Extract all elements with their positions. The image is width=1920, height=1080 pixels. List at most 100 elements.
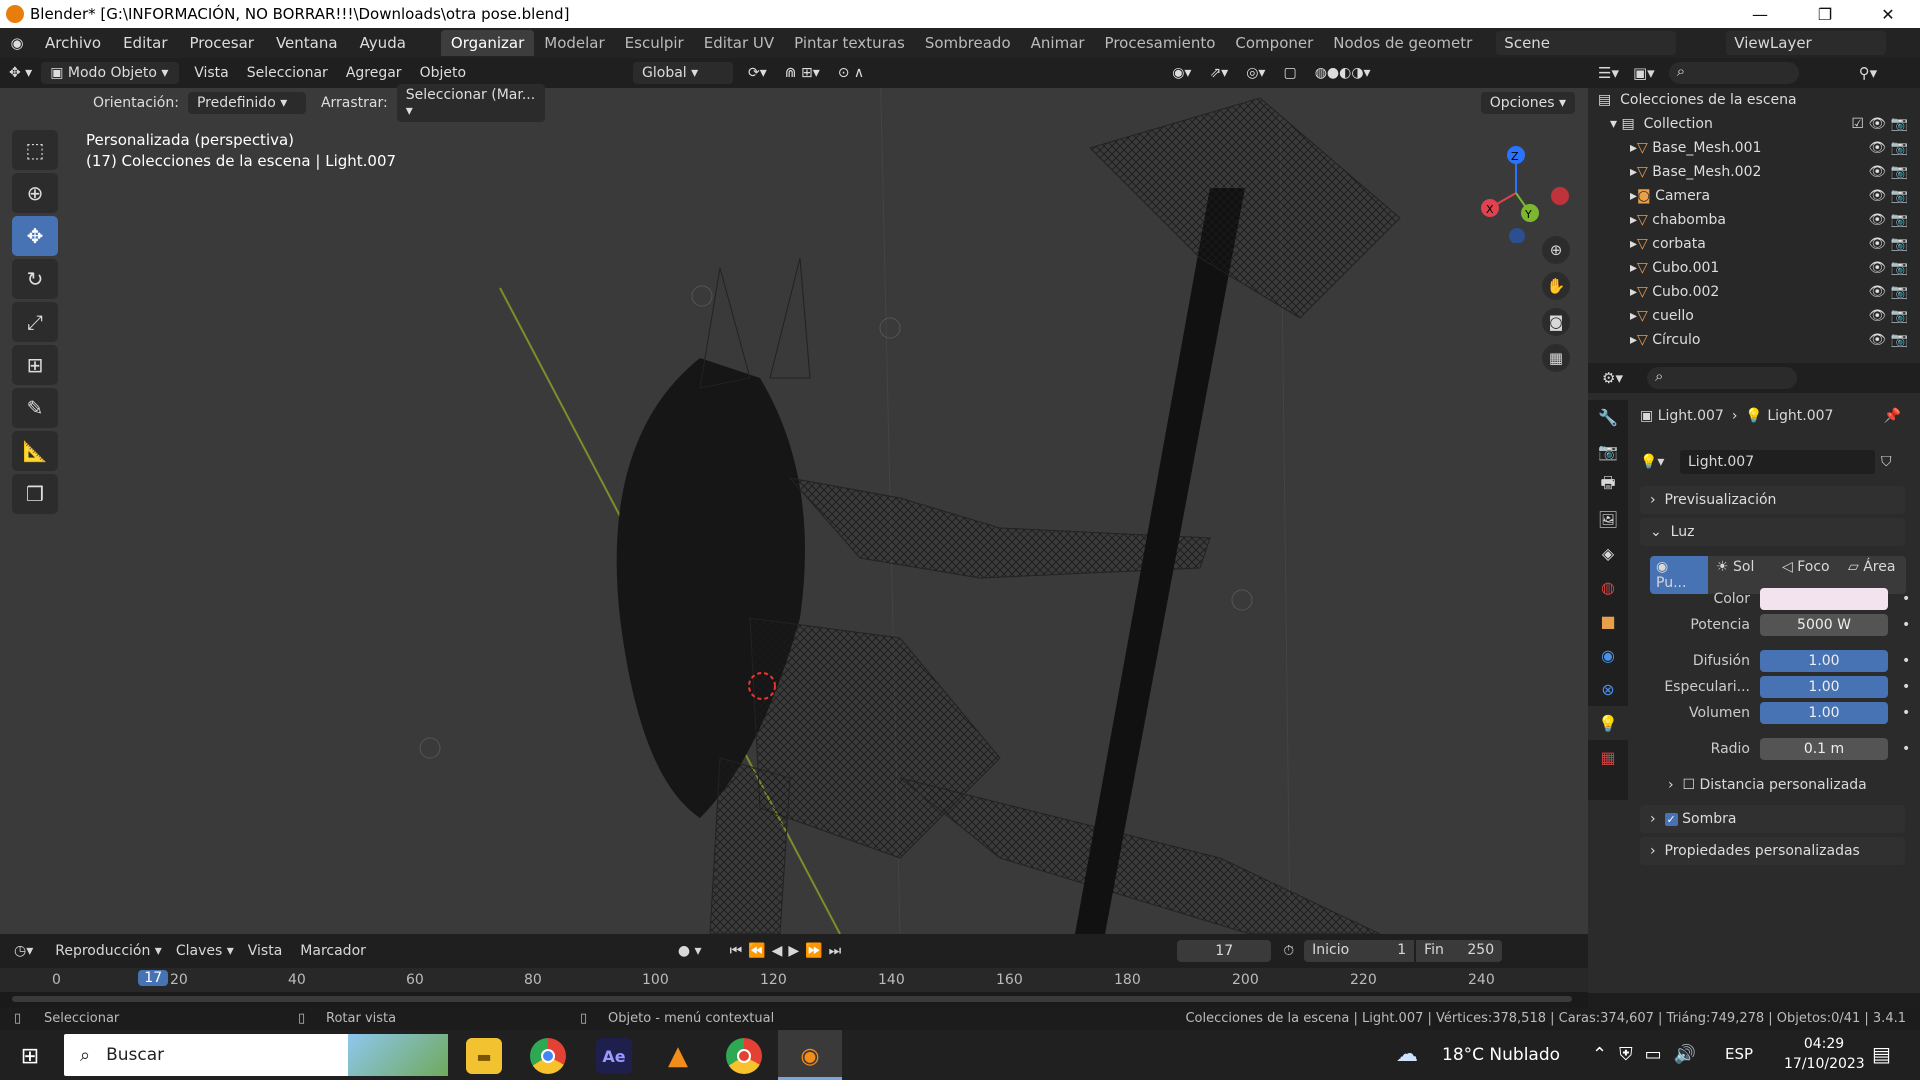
navigation-gizmo[interactable]: Z X Y	[1470, 133, 1580, 244]
subpanel-custom-distance[interactable]: › ☐ Distancia personalizada	[1668, 777, 1867, 793]
timeline-menu-playback[interactable]: Reproducción ▾	[55, 943, 162, 959]
add-cube-tool-icon[interactable]: ❒	[12, 474, 58, 514]
timeline-scrollbar[interactable]	[0, 992, 1588, 1008]
blender-menu-icon[interactable]: ◉	[0, 34, 34, 52]
timeline-menu-view[interactable]: Vista	[248, 943, 283, 959]
prop-radius-field[interactable]: 0.1 m	[1760, 738, 1888, 760]
menu-ayuda[interactable]: Ayuda	[349, 34, 417, 52]
minimize-button[interactable]: —	[1730, 0, 1790, 28]
keyframe-dot[interactable]: •	[1902, 679, 1910, 695]
collection-visibility-icons[interactable]: ☑ 👁 📷	[1851, 116, 1908, 132]
outliner-search-input[interactable]: ⌕	[1668, 62, 1799, 84]
object-tab-icon[interactable]: ■	[1588, 604, 1628, 638]
visibility-icon[interactable]: ◉▾	[1163, 62, 1200, 84]
proportional-edit-icon[interactable]: ⊙ ∧	[829, 62, 873, 84]
workspace-tab-organizar[interactable]: Organizar	[440, 30, 535, 56]
clock-date[interactable]: 17/10/2023	[1784, 1056, 1865, 1072]
scene-tab-icon[interactable]: ◈	[1588, 536, 1628, 570]
light-datablock-icon[interactable]: 💡▾	[1640, 454, 1680, 470]
item-visibility-icons[interactable]: 👁 📷	[1868, 236, 1908, 252]
workspace-tab-esculpir[interactable]: Esculpir	[615, 30, 694, 56]
snap-icon[interactable]: ⋒ ⊞▾	[776, 62, 829, 84]
viewlayer-tab-icon[interactable]: 🖼	[1588, 502, 1628, 536]
menu-agregar[interactable]: Agregar	[337, 62, 411, 84]
display-mode-icon[interactable]: ▣▾	[1633, 64, 1655, 82]
weather-text[interactable]: 18°C Nublado	[1442, 1045, 1560, 1065]
workspace-tab-procesamiento[interactable]: Procesamiento	[1095, 30, 1226, 56]
fake-user-shield-icon[interactable]: ⛉	[1881, 454, 1892, 470]
after-effects-icon[interactable]: Ae	[596, 1038, 632, 1074]
editor-type-icon[interactable]: ✥ ▾	[0, 62, 41, 84]
measure-tool-icon[interactable]: 📐	[12, 431, 58, 471]
panel-custom-props[interactable]: › Propiedades personalizadas	[1640, 837, 1905, 865]
constraints-tab-icon[interactable]: ⊗	[1588, 672, 1628, 706]
file-explorer-icon[interactable]: ▬	[466, 1038, 502, 1074]
item-visibility-icons[interactable]: 👁 📷	[1868, 188, 1908, 204]
chrome-icon[interactable]	[530, 1038, 566, 1074]
outliner-item[interactable]: ▸ ▽ chabomba 👁 📷	[1588, 208, 1920, 232]
item-visibility-icons[interactable]: 👁 📷	[1868, 308, 1908, 324]
outliner-item[interactable]: ▸ ◙ Camera 👁 📷	[1588, 184, 1920, 208]
prop-volume-field[interactable]: 1.00	[1760, 702, 1888, 724]
prop-specular-field[interactable]: 1.00	[1760, 676, 1888, 698]
3d-viewport[interactable]: Z X Y ⊕ ✋ ◙ ▦	[0, 58, 1588, 934]
mode-dropdown[interactable]: ▣ Modo Objeto ▾	[41, 62, 180, 84]
shadow-checkbox[interactable]: ✓	[1664, 812, 1678, 826]
outliner-item[interactable]: ▸ ▽ Cubo.002 👁 📷	[1588, 280, 1920, 304]
light-datablock-field[interactable]: 💡▾ Light.007 ⛉	[1640, 450, 1905, 474]
item-visibility-icons[interactable]: 👁 📷	[1868, 212, 1908, 228]
select-box-tool-icon[interactable]: ⬚	[12, 130, 58, 170]
camera-view-icon[interactable]: ◙	[1542, 308, 1570, 336]
options-dropdown[interactable]: Opciones ▾	[1480, 92, 1576, 114]
keyframe-dot[interactable]: •	[1902, 705, 1910, 721]
scene-selector[interactable]: Scene	[1496, 31, 1677, 55]
item-visibility-icons[interactable]: 👁 📷	[1868, 332, 1908, 348]
start-frame-field[interactable]: Inicio 1	[1304, 940, 1415, 962]
filter-icon[interactable]: ⚲▾	[1859, 64, 1878, 82]
outliner-type-icon[interactable]: ☰▾	[1598, 64, 1619, 82]
menu-archivo[interactable]: Archivo	[34, 34, 112, 52]
chrome-profile-icon[interactable]	[726, 1038, 762, 1074]
workspace-tab-componer[interactable]: Componer	[1225, 30, 1323, 56]
viewlayer-selector[interactable]: ViewLayer	[1726, 31, 1887, 55]
autokey-record-icon[interactable]: ● ▾	[678, 943, 702, 959]
menu-objeto[interactable]: Objeto	[411, 62, 475, 84]
current-frame-field[interactable]: 17	[1177, 940, 1272, 962]
item-visibility-icons[interactable]: 👁 📷	[1868, 140, 1908, 156]
world-tab-icon[interactable]: ◍	[1588, 570, 1628, 604]
prop-color-swatch[interactable]	[1760, 588, 1888, 610]
outliner-item[interactable]: ▸ ▽ Base_Mesh.002 👁 📷	[1588, 160, 1920, 184]
timeline-menu-marker[interactable]: Marcador	[300, 943, 366, 959]
pan-hand-icon[interactable]: ✋	[1542, 272, 1570, 300]
workspace-tab-modelar[interactable]: Modelar	[534, 30, 614, 56]
menu-seleccionar[interactable]: Seleccionar	[238, 62, 337, 84]
workspace-tab-editar-uv[interactable]: Editar UV	[694, 30, 784, 56]
properties-search-input[interactable]: ⌕	[1646, 367, 1797, 389]
outliner-item[interactable]: ▸ ▽ Cubo.001 👁 📷	[1588, 256, 1920, 280]
vlc-icon[interactable]: ▲	[660, 1038, 696, 1074]
render-tab-icon[interactable]: 📷	[1588, 434, 1628, 468]
item-visibility-icons[interactable]: 👁 📷	[1868, 284, 1908, 300]
physics-tab-icon[interactable]: ◉	[1588, 638, 1628, 672]
workspace-tab-pintar-texturas[interactable]: Pintar texturas	[784, 30, 915, 56]
outliner-item[interactable]: ▸ ▽ corbata 👁 📷	[1588, 232, 1920, 256]
windows-start-icon[interactable]: ⊞	[12, 1038, 48, 1074]
system-tray-icons[interactable]: ⌃⛨▭🔊	[1592, 1044, 1708, 1065]
keyframe-dot[interactable]: •	[1902, 741, 1910, 757]
texture-tab-icon[interactable]: ▦	[1588, 740, 1628, 774]
keyframe-dot[interactable]: •	[1902, 653, 1910, 669]
outliner-scene-collection[interactable]: ▤ Colecciones de la escena	[1588, 88, 1920, 112]
close-button[interactable]: ✕	[1858, 0, 1918, 28]
item-visibility-icons[interactable]: 👁 📷	[1868, 164, 1908, 180]
pivot-icon[interactable]: ⟳▾	[739, 62, 776, 84]
prop-diffuse-field[interactable]: 1.00	[1760, 650, 1888, 672]
end-frame-field[interactable]: Fin 250	[1416, 940, 1503, 962]
perspective-toggle-icon[interactable]: ▦	[1542, 344, 1570, 372]
transform-tool-icon[interactable]: ⊞	[12, 345, 58, 385]
pin-icon[interactable]: 📌	[1883, 408, 1900, 424]
outliner-item[interactable]: ▸ ▽ cuello 👁 📷	[1588, 304, 1920, 328]
menu-editar[interactable]: Editar	[112, 34, 178, 52]
outliner-item[interactable]: ▸ ▽ Círculo 👁 📷	[1588, 328, 1920, 352]
outliner-item[interactable]: ▸ ▽ Base_Mesh.001 👁 📷	[1588, 136, 1920, 160]
light-data-tab-icon[interactable]: 💡	[1588, 706, 1628, 740]
